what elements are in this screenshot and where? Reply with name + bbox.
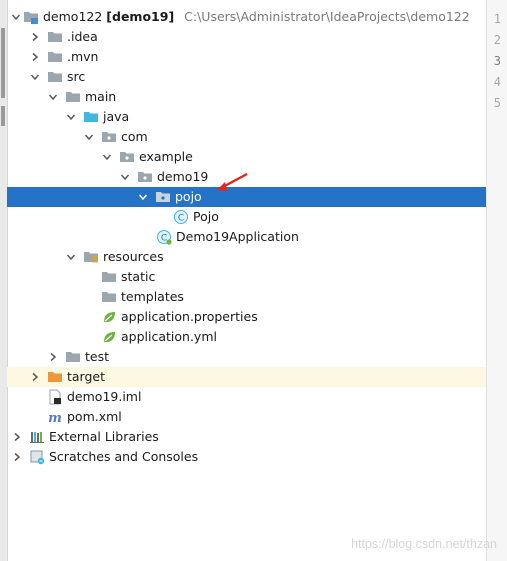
folder-icon bbox=[47, 49, 63, 65]
chevron-down-icon[interactable] bbox=[101, 147, 113, 167]
chevron-down-icon[interactable] bbox=[10, 7, 22, 27]
maven-icon: m bbox=[47, 409, 63, 425]
tree-label: com bbox=[121, 129, 148, 144]
chevron-down-icon[interactable] bbox=[83, 127, 95, 147]
spring-config-icon bbox=[101, 309, 117, 325]
tree-label: application.properties bbox=[121, 309, 258, 324]
tree-row-demo19-application[interactable]: C Demo19Application bbox=[7, 227, 486, 247]
tree-label: example bbox=[139, 149, 193, 164]
chevron-right-icon[interactable] bbox=[29, 27, 41, 47]
tree-row-resources[interactable]: resources bbox=[7, 247, 486, 267]
tree-label: .idea bbox=[67, 29, 98, 44]
tree-label: resources bbox=[103, 249, 164, 264]
spring-boot-class-icon: C bbox=[156, 229, 172, 245]
line-number-current: 3 bbox=[493, 54, 501, 68]
tree-label: test bbox=[85, 349, 110, 364]
tree-row-root[interactable]: demo122 [demo19] C:\Users\Administrator\… bbox=[7, 7, 486, 27]
svg-text:C: C bbox=[178, 214, 184, 224]
tree-row-iml[interactable]: demo19.iml bbox=[7, 387, 486, 407]
tree-row-application-yml[interactable]: application.yml bbox=[7, 327, 486, 347]
svg-text:m: m bbox=[48, 411, 62, 425]
excluded-folder-icon bbox=[47, 369, 63, 385]
chevron-down-icon[interactable] bbox=[29, 67, 41, 87]
tree-row-scratches[interactable]: Scratches and Consoles bbox=[7, 447, 486, 467]
tree-row-pom[interactable]: m pom.xml bbox=[7, 407, 486, 427]
tree-row-src[interactable]: src bbox=[7, 67, 486, 87]
tree-row-main[interactable]: main bbox=[7, 87, 486, 107]
line-number: 1 bbox=[493, 12, 501, 26]
tree-label: java bbox=[103, 109, 130, 124]
tree-label: External Libraries bbox=[49, 429, 159, 444]
folder-icon bbox=[101, 269, 117, 285]
svg-text:C: C bbox=[161, 234, 167, 244]
line-number: 4 bbox=[493, 75, 501, 89]
tree-row-com[interactable]: com bbox=[7, 127, 486, 147]
tree-label: templates bbox=[121, 289, 184, 304]
chevron-right-icon[interactable] bbox=[47, 347, 59, 367]
chevron-down-icon[interactable] bbox=[119, 167, 131, 187]
watermark: https://blog.csdn.net/thzan bbox=[351, 537, 497, 551]
editor-gutter: 1 2 3 4 5 bbox=[486, 0, 507, 561]
folder-icon bbox=[65, 349, 81, 365]
tree-row-java[interactable]: java bbox=[7, 107, 486, 127]
scratches-icon bbox=[29, 449, 45, 465]
module-file-icon bbox=[47, 389, 63, 405]
tree-label: pojo bbox=[175, 189, 202, 204]
project-name: demo122 bbox=[43, 9, 103, 24]
folder-icon bbox=[47, 29, 63, 45]
resources-folder-icon bbox=[83, 249, 99, 265]
chevron-right-icon[interactable] bbox=[11, 427, 23, 447]
source-folder-icon bbox=[83, 109, 99, 125]
tool-window-label-stub bbox=[1, 106, 5, 126]
project-tree: demo122 [demo19] C:\Users\Administrator\… bbox=[7, 0, 486, 561]
chevron-right-icon[interactable] bbox=[11, 447, 23, 467]
tree-label: target bbox=[67, 369, 106, 384]
chevron-down-icon[interactable] bbox=[65, 107, 77, 127]
package-icon bbox=[101, 129, 117, 145]
module-folder-icon bbox=[23, 9, 39, 25]
tree-row-mvn[interactable]: .mvn bbox=[7, 47, 486, 67]
chevron-right-icon[interactable] bbox=[29, 367, 41, 387]
tree-label: demo19 bbox=[157, 169, 209, 184]
tree-label: src bbox=[67, 69, 86, 84]
tree-row-target[interactable]: target bbox=[7, 367, 486, 387]
java-class-icon: C bbox=[173, 209, 189, 225]
spring-config-icon bbox=[101, 329, 117, 345]
chevron-down-icon[interactable] bbox=[47, 87, 59, 107]
project-path: C:\Users\Administrator\IdeaProjects\demo… bbox=[184, 9, 470, 24]
tree-row-templates[interactable]: templates bbox=[7, 287, 486, 307]
tree-row-example[interactable]: example bbox=[7, 147, 486, 167]
tree-label: demo19.iml bbox=[67, 389, 142, 404]
folder-icon bbox=[65, 89, 81, 105]
tree-label: Pojo bbox=[193, 209, 219, 224]
tree-row-application-properties[interactable]: application.properties bbox=[7, 307, 486, 327]
root-label: demo122 [demo19] C:\Users\Administrator\… bbox=[43, 7, 470, 27]
folder-icon bbox=[47, 69, 63, 85]
line-number: 5 bbox=[493, 96, 501, 110]
tree-label: pom.xml bbox=[67, 409, 122, 424]
tree-row-test[interactable]: test bbox=[7, 347, 486, 367]
annotation-arrow-icon bbox=[217, 172, 248, 191]
tree-label: main bbox=[85, 89, 117, 104]
tree-label: application.yml bbox=[121, 329, 217, 344]
tree-label: Demo19Application bbox=[176, 229, 299, 244]
tree-label: static bbox=[121, 269, 156, 284]
tree-row-idea[interactable]: .idea bbox=[7, 27, 486, 47]
tree-row-pojo-class[interactable]: C Pojo bbox=[7, 207, 486, 227]
tool-window-label-stub bbox=[1, 28, 5, 98]
chevron-down-icon[interactable] bbox=[137, 187, 149, 207]
package-icon bbox=[119, 149, 135, 165]
tree-row-external-libraries[interactable]: External Libraries bbox=[7, 427, 486, 447]
chevron-down-icon[interactable] bbox=[65, 247, 77, 267]
tree-label: .mvn bbox=[67, 49, 99, 64]
libraries-icon bbox=[29, 429, 45, 445]
module-name: [demo19] bbox=[106, 9, 175, 24]
package-icon bbox=[155, 189, 171, 205]
package-icon bbox=[137, 169, 153, 185]
folder-icon bbox=[101, 289, 117, 305]
chevron-right-icon[interactable] bbox=[29, 47, 41, 67]
tree-row-static[interactable]: static bbox=[7, 267, 486, 287]
line-number: 2 bbox=[493, 33, 501, 47]
tree-label: Scratches and Consoles bbox=[49, 449, 199, 464]
